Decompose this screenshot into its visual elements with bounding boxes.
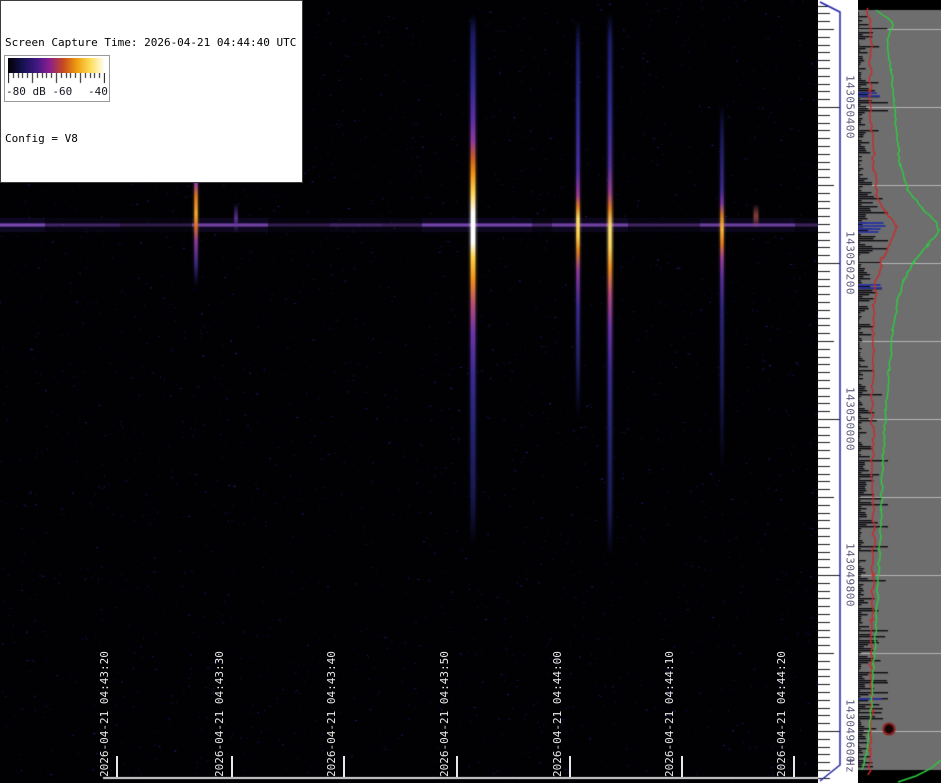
time-tick-label: 2026-04-21 04:43:40	[326, 651, 338, 777]
time-tick-mark	[116, 756, 118, 777]
spectrogram-window: Screen Capture Time: 2026-04-21 04:44:40…	[0, 0, 941, 783]
time-tick-label: 2026-04-21 04:44:00	[552, 651, 564, 777]
frequency-tick-label: 143049600	[844, 699, 857, 763]
spectrum-side-panel-canvas	[858, 0, 941, 783]
time-tick-mark	[343, 756, 345, 777]
frequency-tick-label: 143050400	[844, 75, 857, 139]
frequency-unit-label: Hz	[844, 759, 857, 773]
time-tick-label: 2026-04-21 04:44:10	[664, 651, 676, 777]
time-tick-label: 2026-04-21 04:43:20	[99, 651, 111, 777]
color-gradient-bar	[8, 58, 105, 73]
color-scale-label-left: -80 dB -60	[6, 85, 72, 98]
time-tick-label: 2026-04-21 04:43:30	[214, 651, 226, 777]
config-text: Config = V8	[5, 131, 296, 147]
frequency-tick-label: 143049800	[844, 543, 857, 607]
time-tick-mark	[793, 756, 795, 777]
time-tick-mark	[569, 756, 571, 777]
color-scale-label-right: -40	[88, 85, 108, 98]
frequency-tick-label: 143050000	[844, 387, 857, 451]
time-tick-mark	[456, 756, 458, 777]
time-tick-mark	[231, 756, 233, 777]
color-scale-legend: -80 dB -60 -40	[4, 55, 110, 102]
capture-time-text: Screen Capture Time: 2026-04-21 04:44:40…	[5, 35, 296, 51]
time-tick-label: 2026-04-21 04:43:50	[439, 651, 451, 777]
color-scale-ticks	[8, 73, 105, 85]
frequency-tick-label: 143050200	[844, 231, 857, 295]
time-tick-mark	[681, 756, 683, 777]
time-tick-label: 2026-04-21 04:44:20	[776, 651, 788, 777]
